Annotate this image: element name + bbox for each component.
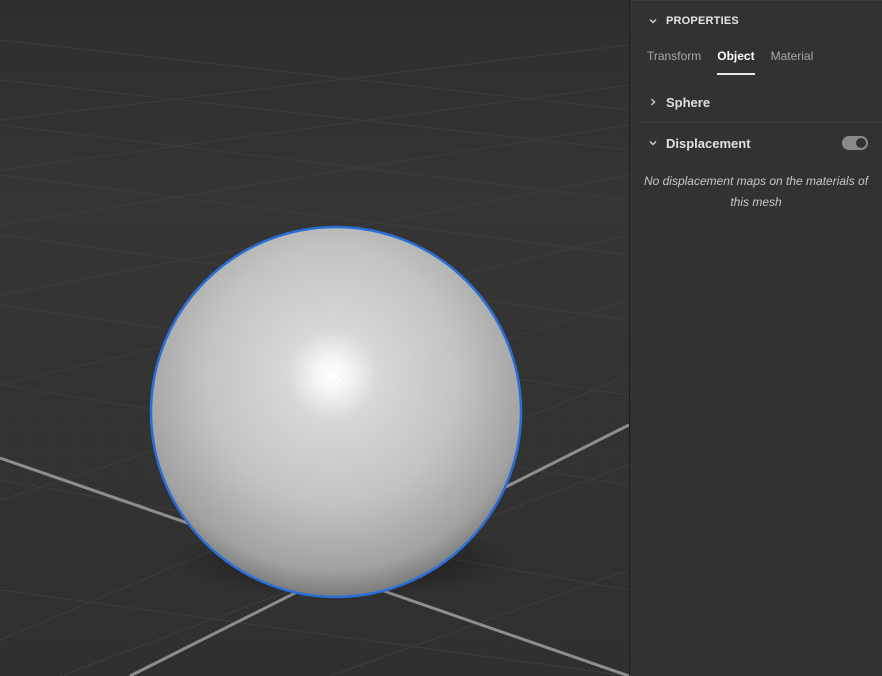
- section-displacement-label: Displacement: [666, 135, 751, 151]
- chevron-down-icon: [647, 15, 659, 27]
- section-displacement[interactable]: Displacement: [630, 123, 882, 163]
- displacement-empty-message: No displacement maps on the materials of…: [643, 174, 869, 209]
- displacement-toggle[interactable]: [842, 136, 868, 150]
- viewport-canvas[interactable]: [0, 0, 629, 676]
- properties-panel: PROPERTIES Transform Object Material Sph…: [630, 0, 882, 676]
- panel-title: PROPERTIES: [666, 14, 739, 27]
- section-sphere-label: Sphere: [666, 94, 711, 110]
- tab-transform[interactable]: Transform: [647, 40, 701, 74]
- properties-header[interactable]: PROPERTIES: [630, 0, 882, 40]
- section-sphere[interactable]: Sphere: [630, 82, 882, 122]
- chevron-right-icon: [647, 96, 659, 108]
- toggle-knob: [856, 138, 866, 148]
- tab-object[interactable]: Object: [717, 40, 755, 75]
- 3d-viewport[interactable]: [0, 0, 629, 676]
- chevron-down-icon: [647, 137, 659, 149]
- tab-material[interactable]: Material: [771, 40, 814, 74]
- sphere-texture: [151, 227, 521, 597]
- properties-tabs: Transform Object Material: [630, 40, 882, 75]
- app-window: PROPERTIES Transform Object Material Sph…: [0, 0, 882, 676]
